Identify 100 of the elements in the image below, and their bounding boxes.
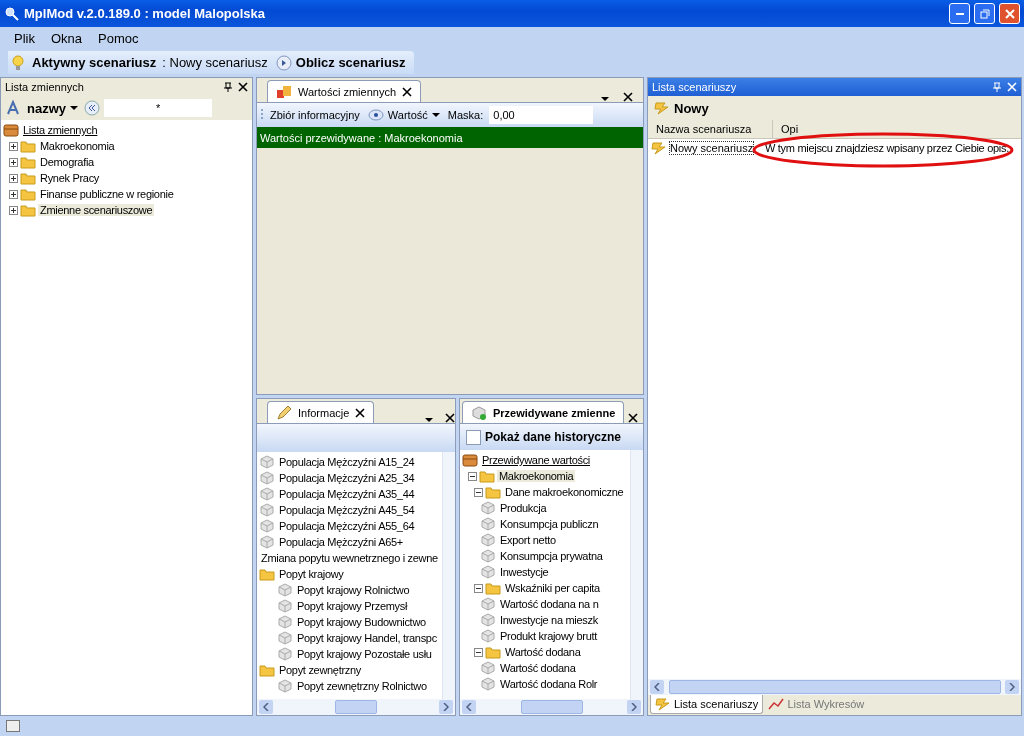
menu-item[interactable]: Pomoc [90,31,147,46]
tree-item[interactable]: Populacja Mężczyźni A15_24 [277,456,417,468]
tree-item[interactable]: Zmienne scenariuszowe [38,204,155,216]
close-icon[interactable] [628,413,639,423]
active-scenario-value: : Nowy scenariusz [162,55,268,70]
minimize-icon [955,12,964,15]
rewind-icon[interactable] [84,100,100,116]
value-button[interactable]: Wartość [365,107,442,123]
collapse-icon[interactable] [474,487,483,497]
app-icon [4,5,20,22]
panel-tab[interactable]: Lista Wykresów [763,695,870,714]
new-button[interactable]: Nowy [652,100,711,116]
tree-item[interactable]: Popyt krajowy Budownictwo [295,616,428,628]
tree-item[interactable]: Popyt zewnętrzny [277,664,364,676]
vertical-scrollbar[interactable] [630,450,643,699]
menu-item[interactable]: Plik [6,31,43,46]
folder-icon [20,202,36,218]
tree-item[interactable]: Popyt krajowy Handel, transpc [295,632,439,644]
horizontal-scrollbar[interactable] [648,679,1021,695]
compute-button[interactable]: Oblicz scenariusz [273,54,408,71]
panel-tab[interactable]: Informacje [267,401,375,423]
filter-field[interactable]: * [104,99,212,117]
cube-icon [480,532,496,548]
tree-item[interactable]: Populacja Mężczyźni A35_44 [277,488,417,500]
panel-title: Lista scenariuszy [652,81,738,93]
panel-tab[interactable]: Przewidywane zmienne [462,401,625,423]
mask-field[interactable]: 0,00 [489,106,594,124]
tree-item[interactable]: Makroekonomia [38,140,117,152]
close-icon[interactable] [238,82,248,92]
window-icon [276,83,292,100]
minimize-button[interactable] [949,3,970,24]
cube-icon [277,614,293,630]
tree-item[interactable]: Inwestycje [498,566,551,578]
expand-icon[interactable] [9,157,18,167]
vertical-scrollbar[interactable] [442,452,455,699]
tree-item[interactable]: Lista zmiennych [21,124,100,136]
close-icon[interactable] [623,92,633,102]
scroll-right-icon [631,703,637,711]
values-header: Wartości przewidywane : Makroekonomia [257,127,643,148]
tree-item[interactable]: Finanse publiczne w regionie [38,188,176,200]
tree-item[interactable]: Przewidywane wartości [480,454,593,466]
close-icon[interactable] [445,413,455,423]
caret-icon[interactable] [431,112,440,118]
tree-item[interactable]: Popyt krajowy Rolnictwo [295,584,412,596]
caret-icon[interactable] [70,105,78,111]
close-icon[interactable] [402,86,412,97]
tree-item[interactable]: Inwestycje na mieszk [498,614,600,626]
expand-icon[interactable] [9,189,18,199]
cube-icon [480,660,496,676]
expand-icon[interactable] [9,205,18,215]
panel-tab[interactable]: Lista scenariuszy [650,695,764,714]
status-icon [6,720,20,732]
checkbox[interactable] [466,429,481,445]
tree-item[interactable]: Popyt zewnętrzny Rolnictwo [295,680,429,692]
tree-item[interactable]: Populacja Mężczyźni A45_54 [277,504,417,516]
horizontal-scrollbar[interactable] [257,699,455,715]
restore-button[interactable] [974,3,995,24]
tree-item[interactable]: Konsumpcja publiczn [498,518,601,530]
tree-item[interactable]: Wartość dodana na n [498,598,601,610]
pin-icon[interactable] [224,82,232,92]
cube-icon [277,678,293,694]
tree-item[interactable]: Wartość dodana [498,662,578,674]
tree-item[interactable]: Populacja Mężczyźni A25_34 [277,472,417,484]
tree-item[interactable]: Export netto [498,534,558,546]
tree-item[interactable]: Popyt krajowy Przemysł [295,600,410,612]
column-header[interactable]: Nazwa scenariusza [648,120,773,138]
cube-icon [259,454,275,470]
cube-icon [277,646,293,662]
tree-item[interactable]: Wartość dodana [503,646,583,658]
collapse-icon[interactable] [474,583,483,593]
folder-icon [20,138,36,154]
tree-item[interactable]: Makroekonomia [497,470,576,482]
collapse-icon[interactable] [474,647,483,657]
cube-icon [259,486,275,502]
panel-tab[interactable]: Wartości zmiennych [267,80,421,102]
tree-item[interactable]: Populacja Mężczyźni A65+ [277,536,405,548]
expand-icon[interactable] [9,173,18,183]
expand-icon[interactable] [9,141,18,151]
menu-item[interactable]: Okna [42,31,91,46]
column-header[interactable]: Opi [773,120,1021,138]
tree-item[interactable]: Zmiana popytu wewnetrznego i zewne [259,552,440,564]
tree-item[interactable]: Produkcja [498,502,549,514]
cube-icon [480,564,496,580]
tree-item[interactable]: Konsumpcja prywatna [498,550,605,562]
collapse-icon[interactable] [468,471,477,481]
close-icon[interactable] [355,407,366,418]
tree-item[interactable]: Demografia [38,156,96,168]
cube-icon [277,630,293,646]
tree-item[interactable]: Popyt krajowy [277,568,346,580]
tree-item[interactable]: Populacja Mężczyźni A55_64 [277,520,417,532]
tree-item[interactable]: Dane makroekonomiczne [503,486,626,498]
tree-item[interactable]: Wskaźniki per capita [503,582,602,594]
horizontal-scrollbar[interactable] [460,699,643,715]
tree-item[interactable]: Wartość dodana Rolr [498,678,600,690]
close-button[interactable] [999,3,1020,24]
tree-item[interactable]: Popyt krajowy Pozostałe usłu [295,648,434,660]
tree-item[interactable]: Rynek Pracy [38,172,102,184]
table-cell[interactable]: Nowy scenariusz [669,141,755,155]
tree-item[interactable]: Produkt krajowy brutt [498,630,600,642]
sort-button[interactable]: nazwy [5,100,80,116]
